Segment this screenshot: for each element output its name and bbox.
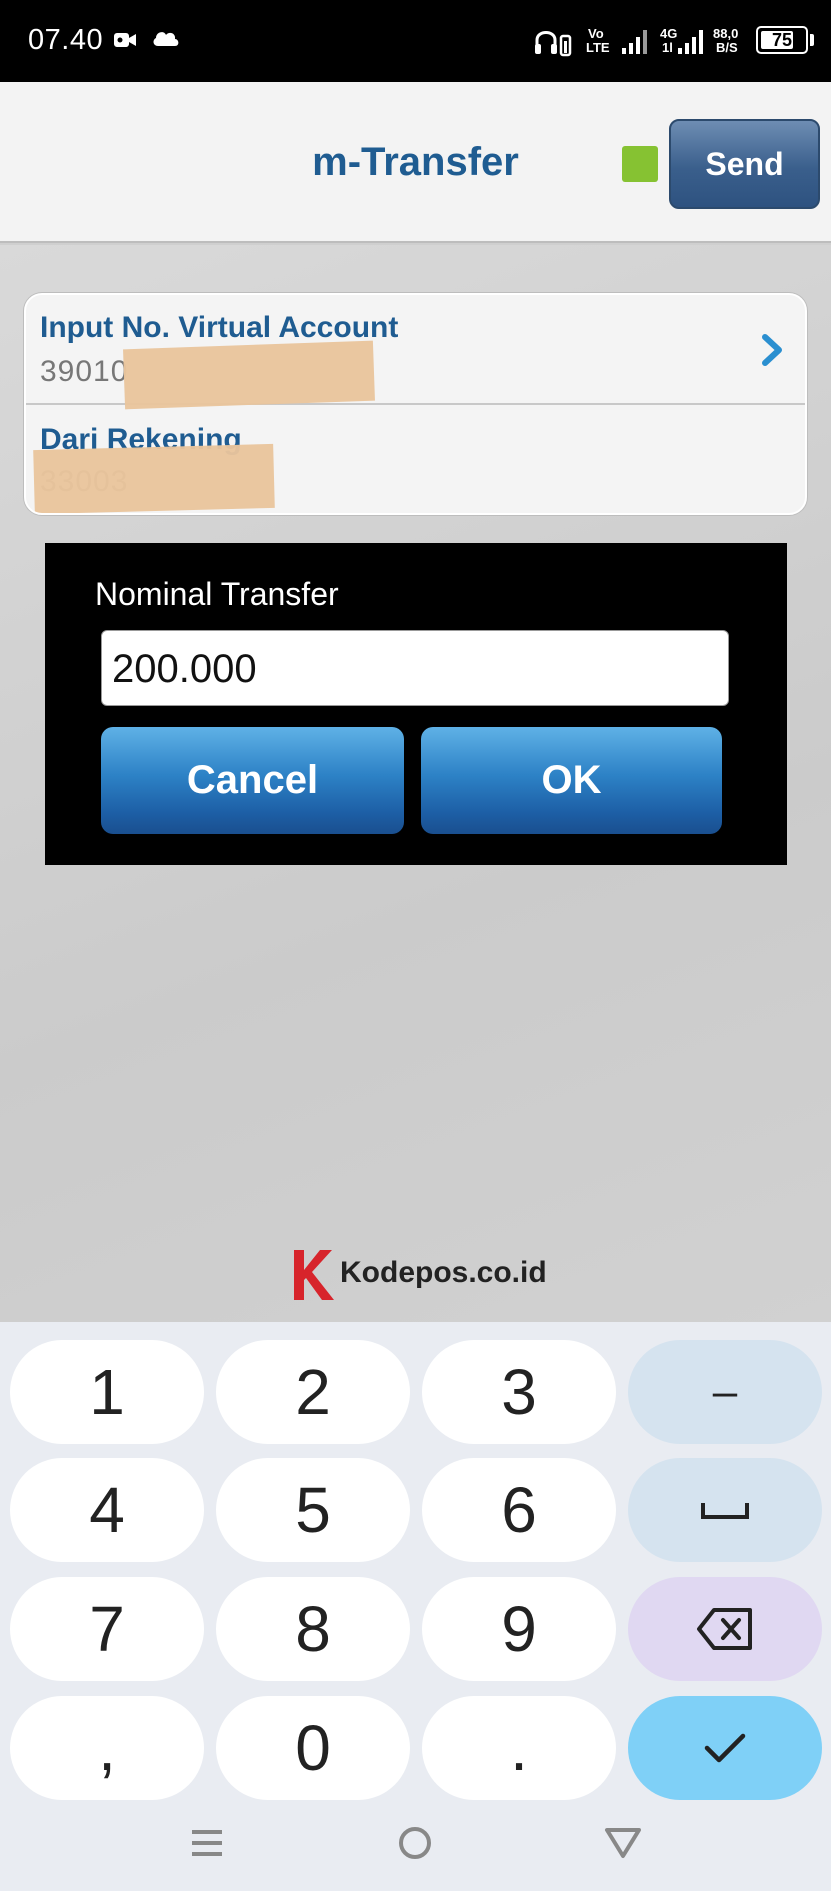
nominal-dialog: Nominal Transfer 200.000 Cancel OK bbox=[45, 543, 787, 865]
key-8[interactable]: 8 bbox=[216, 1577, 410, 1681]
key-comma[interactable]: , bbox=[10, 1696, 204, 1800]
status-bar: 07.40 Vo LTE 4G 1l 88,0 B/S 75 bbox=[0, 0, 831, 82]
transfer-form-card: Input No. Virtual Account 39010 Dari Rek… bbox=[24, 293, 807, 515]
redaction-tape-2 bbox=[33, 443, 275, 513]
network-activity: 1l bbox=[662, 40, 673, 55]
key-9[interactable]: 9 bbox=[422, 1577, 616, 1681]
recent-apps-icon[interactable] bbox=[182, 1818, 232, 1868]
key-1[interactable]: 1 bbox=[10, 1340, 204, 1444]
volte-top: Vo bbox=[588, 26, 604, 41]
key-5[interactable]: 5 bbox=[216, 1458, 410, 1562]
key-space[interactable] bbox=[628, 1458, 822, 1562]
cloud-icon bbox=[152, 28, 180, 53]
key-done[interactable] bbox=[628, 1696, 822, 1800]
key-backspace[interactable] bbox=[628, 1577, 822, 1681]
signal-icon-2 bbox=[678, 28, 706, 59]
source-account-row[interactable]: Dari Rekening 33003 bbox=[26, 405, 805, 513]
ok-button[interactable]: OK bbox=[421, 727, 722, 834]
battery-icon: 75 bbox=[756, 26, 808, 54]
status-time: 07.40 bbox=[28, 24, 104, 56]
network-generation: 4G bbox=[660, 26, 678, 41]
amount-input[interactable]: 200.000 bbox=[101, 630, 729, 706]
virtual-account-value: 39010 bbox=[40, 355, 129, 388]
dialog-title: Nominal Transfer bbox=[95, 576, 339, 612]
virtual-account-label: Input No. Virtual Account bbox=[40, 311, 399, 344]
key-period[interactable]: . bbox=[422, 1696, 616, 1800]
net-speed-unit: B/S bbox=[716, 40, 738, 55]
kodepos-logo-icon bbox=[294, 1250, 334, 1300]
key-7[interactable]: 7 bbox=[10, 1577, 204, 1681]
send-button[interactable]: Send bbox=[669, 119, 820, 209]
app-header: m-Transfer Send bbox=[0, 82, 831, 243]
backspace-icon bbox=[697, 1608, 752, 1650]
key-0[interactable]: 0 bbox=[216, 1696, 410, 1800]
key-2[interactable]: 2 bbox=[216, 1340, 410, 1444]
signal-icon bbox=[622, 28, 650, 59]
chevron-right-icon[interactable] bbox=[757, 333, 787, 367]
headphones-icon bbox=[533, 24, 573, 63]
key-minus[interactable]: – bbox=[628, 1340, 822, 1444]
back-icon[interactable] bbox=[598, 1818, 648, 1868]
redaction-tape bbox=[123, 340, 375, 410]
virtual-account-row[interactable]: Input No. Virtual Account 39010 bbox=[26, 295, 805, 410]
key-6[interactable]: 6 bbox=[422, 1458, 616, 1562]
space-icon bbox=[701, 1503, 749, 1519]
system-nav-bar bbox=[0, 1800, 831, 1891]
volte-bottom: LTE bbox=[586, 40, 610, 55]
checkmark-icon bbox=[704, 1733, 746, 1763]
net-speed: 88,0 bbox=[713, 26, 739, 41]
battery-level: 75 bbox=[771, 30, 793, 50]
home-icon[interactable] bbox=[390, 1818, 440, 1868]
watermark-text: Kodepos.co.id bbox=[340, 1256, 547, 1289]
battery-tip bbox=[810, 34, 814, 46]
key-3[interactable]: 3 bbox=[422, 1340, 616, 1444]
key-4[interactable]: 4 bbox=[10, 1458, 204, 1562]
numeric-keyboard: 1 2 3 – 4 5 6 7 8 9 , 0 . bbox=[0, 1322, 831, 1891]
cancel-button[interactable]: Cancel bbox=[101, 727, 404, 834]
video-icon bbox=[114, 30, 138, 55]
status-indicator bbox=[622, 146, 658, 182]
